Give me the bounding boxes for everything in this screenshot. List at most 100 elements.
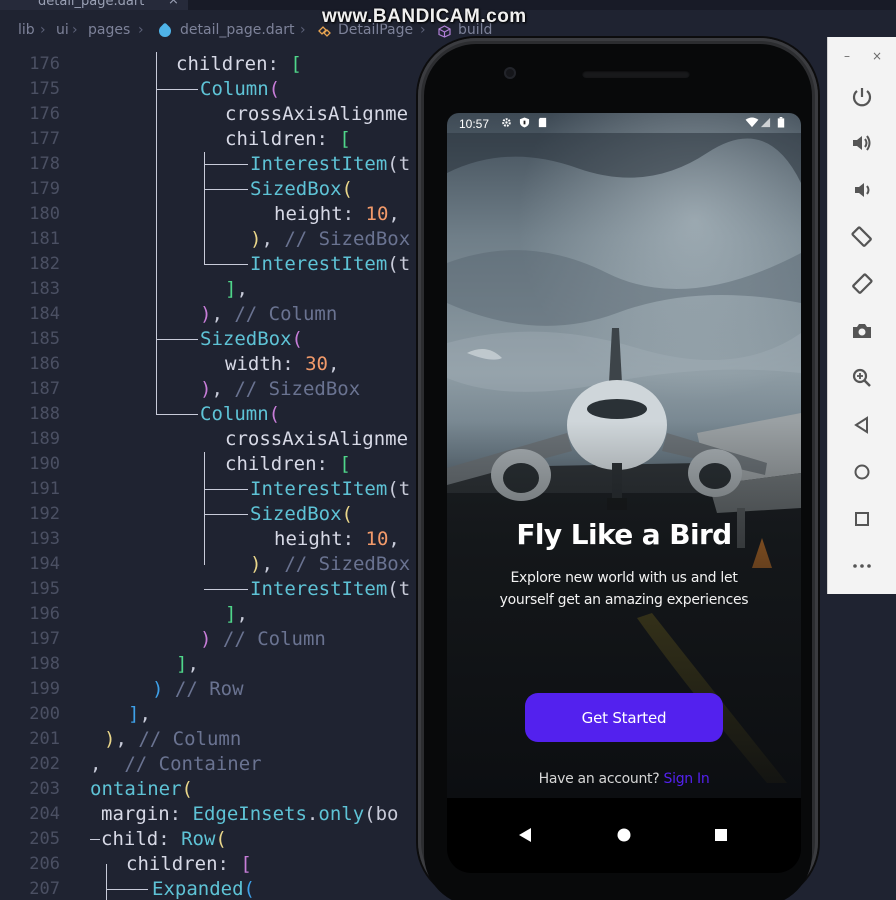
sign-in-row: Have an account? Sign In (447, 771, 801, 787)
dart-file-icon (156, 22, 174, 40)
emulator-toolbar: – × (827, 37, 896, 594)
power-icon[interactable] (850, 85, 874, 109)
code-line: InterestItem(t (250, 578, 411, 600)
page-subtitle: Explore new world with us and let yourse… (447, 567, 801, 611)
minimize-button[interactable]: – (844, 49, 850, 63)
code-line: ), // SizedBox (250, 553, 411, 575)
indent-guide (204, 589, 248, 590)
breadcrumb-separator: › (300, 22, 306, 38)
indent-guide (156, 339, 198, 340)
rotate-right-icon[interactable] (850, 272, 874, 296)
phone-screen: 10:57 Fly Like a Bird Explore new world … (447, 113, 801, 873)
indent-guide (204, 189, 248, 190)
breadcrumb-file[interactable]: detail_page.dart (180, 22, 294, 38)
code-line: children: [ (176, 53, 302, 75)
rotate-left-icon[interactable] (850, 225, 874, 249)
get-started-button[interactable]: Get Started (525, 693, 723, 742)
breadcrumb-separator: › (72, 22, 78, 38)
code-line: width: 30, (225, 353, 340, 375)
indent-guide (156, 89, 198, 90)
code-line: crossAxisAlignme (225, 428, 409, 450)
camera-icon[interactable] (850, 319, 874, 343)
home-icon[interactable] (612, 823, 636, 847)
shield-icon (519, 117, 530, 128)
editor-tab[interactable]: detail_page.dart × (0, 0, 188, 10)
indent-guide (90, 839, 100, 840)
subtitle-line: yourself get an amazing experiences (499, 592, 749, 608)
phone-bezel: 10:57 Fly Like a Bird Explore new world … (424, 44, 812, 900)
wifi-icon (745, 117, 759, 128)
code-line: ], (128, 703, 151, 725)
code-line: InterestItem(t (250, 253, 411, 275)
code-line: ), // SizedBox (250, 228, 411, 250)
code-line: SizedBox( (250, 503, 353, 525)
indent-guide (204, 452, 205, 565)
code-line: ], (225, 603, 248, 625)
indent-guide (156, 52, 157, 414)
code-line: Expanded( (152, 878, 255, 900)
indent-guide (204, 264, 248, 265)
code-line: ) // Row (152, 678, 244, 700)
zoom-icon[interactable] (850, 366, 874, 390)
more-options-icon[interactable] (850, 554, 874, 578)
breadcrumb-separator: › (40, 22, 46, 38)
battery-icon (777, 117, 785, 128)
status-time: 10:57 (459, 117, 490, 131)
settings-icon (502, 118, 511, 127)
recents-icon[interactable] (709, 823, 733, 847)
back-icon[interactable] (850, 413, 874, 437)
page-title: Fly Like a Bird (516, 518, 732, 551)
code-line: ), // SizedBox (200, 378, 361, 400)
code-area[interactable]: children: [ Column( crossAxisAlignme chi… (0, 52, 430, 900)
front-camera (504, 67, 516, 79)
breadcrumb-separator: › (138, 22, 144, 38)
android-nav-bar (447, 798, 801, 873)
indent-guide (156, 414, 198, 415)
subtitle-line: Explore new world with us and let (510, 570, 738, 586)
code-line: , // Container (90, 753, 262, 775)
code-line: children: [ (225, 453, 351, 475)
code-line: children: [ (126, 853, 252, 875)
breadcrumb-ui[interactable]: ui (56, 22, 69, 38)
tab-close-icon[interactable]: × (168, 0, 179, 8)
code-line: margin: EdgeInsets.only(bo (101, 803, 399, 825)
code-line: SizedBox( (250, 178, 353, 200)
code-line: height: 10, (274, 528, 400, 550)
code-line: children: [ (225, 128, 351, 150)
code-line: height: 10, (274, 203, 400, 225)
sd-card-icon (538, 117, 547, 128)
close-button[interactable]: × (872, 49, 882, 63)
recorder-watermark: www.BANDICAM.com (322, 6, 527, 27)
code-line: InterestItem(t (250, 153, 411, 175)
code-line: InterestItem(t (250, 478, 411, 500)
home-icon[interactable] (850, 460, 874, 484)
overview-icon[interactable] (850, 507, 874, 531)
sign-in-prompt: Have an account? (538, 771, 660, 787)
tab-filename: detail_page.dart (38, 0, 145, 9)
code-line: Column( (200, 78, 281, 100)
code-line: ], (225, 278, 248, 300)
code-line: crossAxisAlignme (225, 103, 409, 125)
code-line: ) // Column (200, 628, 326, 650)
indent-guide (106, 864, 107, 900)
code-line: ], (176, 653, 199, 675)
indent-guide (204, 164, 248, 165)
code-line: child: Row( (101, 828, 227, 850)
code-line: ), // Column (200, 303, 338, 325)
earpiece-speaker (582, 70, 690, 78)
volume-up-icon[interactable] (850, 131, 874, 155)
breadcrumb-pages[interactable]: pages (88, 22, 130, 38)
signal-icon (760, 117, 771, 128)
code-line: Column( (200, 403, 281, 425)
status-bar: 10:57 (447, 113, 801, 135)
breadcrumb-lib[interactable]: lib (18, 22, 35, 38)
back-icon[interactable] (513, 823, 537, 847)
indent-guide (204, 489, 248, 490)
sign-in-link[interactable]: Sign In (664, 771, 710, 787)
phone-frame: 10:57 Fly Like a Bird Explore new world … (418, 38, 818, 900)
volume-down-icon[interactable] (850, 178, 874, 202)
code-line: ontainer( (90, 778, 193, 800)
code-line: ), // Column (104, 728, 242, 750)
indent-guide (106, 889, 148, 890)
indent-guide (204, 152, 205, 265)
